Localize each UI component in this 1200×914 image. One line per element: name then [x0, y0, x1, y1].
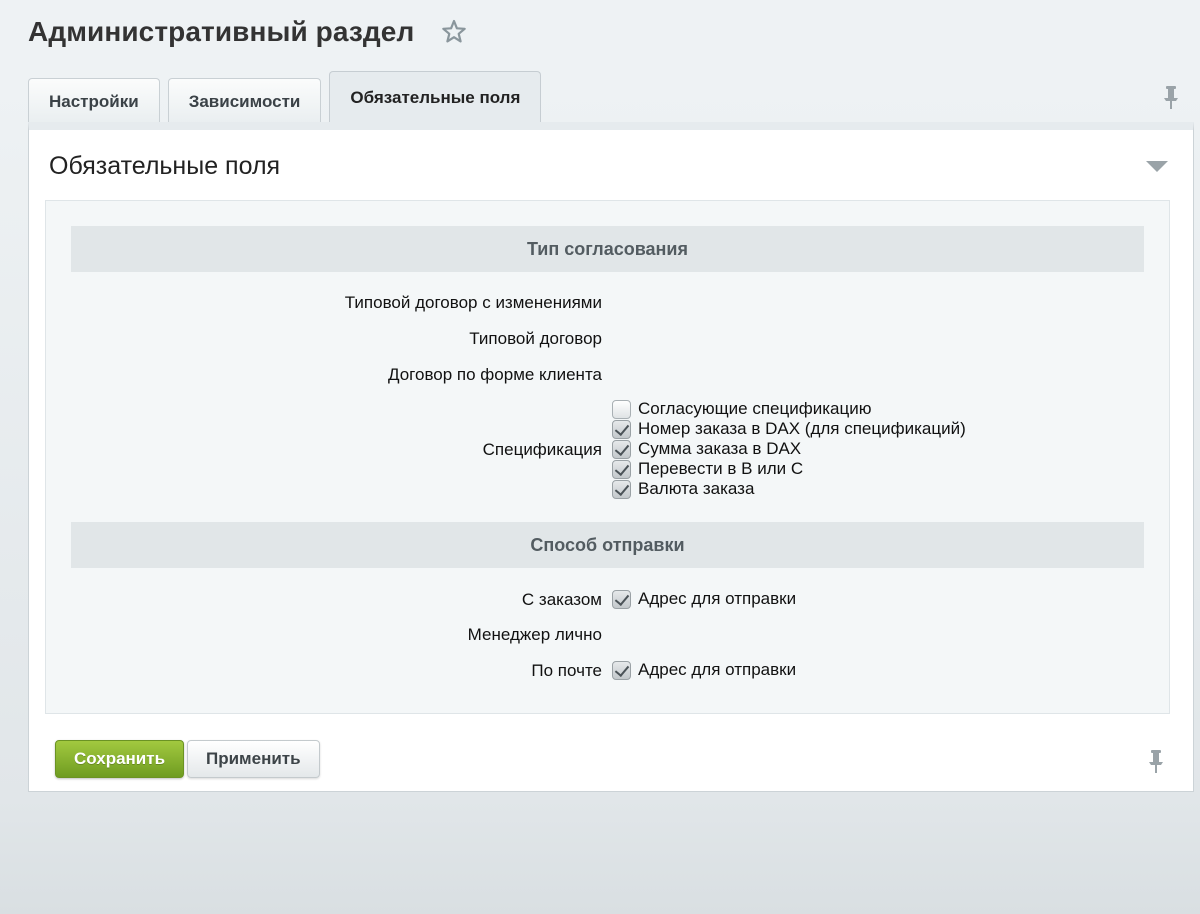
tab-required-fields[interactable]: Обязательные поля: [329, 71, 542, 124]
row-label: С заказом: [521, 590, 602, 609]
checkbox[interactable]: [612, 399, 631, 419]
checkbox-label: Адрес для отправки: [638, 589, 797, 608]
page-title: Административный раздел: [28, 16, 415, 47]
pin-icon[interactable]: [1160, 84, 1182, 110]
row-label: Типовой договор с изменениями: [344, 293, 602, 312]
checkbox-option[interactable]: Адрес для отправки: [612, 589, 796, 609]
section-header-delivery-method: Способ отправки: [71, 522, 1144, 568]
row-label: По почте: [531, 661, 602, 680]
checkbox[interactable]: [612, 660, 631, 680]
checkbox[interactable]: [612, 479, 631, 499]
checkbox-option[interactable]: Сумма заказа в DAX: [612, 439, 801, 459]
checkbox-option[interactable]: Номер заказа в DAX (для спецификаций): [612, 419, 966, 439]
apply-button[interactable]: Применить: [187, 740, 320, 778]
checkbox-label: Перевести в B или C: [638, 459, 804, 478]
panel-title: Обязательные поля: [49, 152, 281, 180]
checkbox-label: Адрес для отправки: [638, 660, 797, 679]
checkbox[interactable]: [612, 439, 631, 459]
save-button[interactable]: Сохранить: [55, 740, 185, 778]
checkbox-option[interactable]: Адрес для отправки: [612, 660, 796, 680]
checkbox[interactable]: [612, 459, 631, 479]
form-area: Тип согласования Типовой договор с измен…: [45, 200, 1170, 714]
row-label: Договор по форме клиента: [388, 365, 602, 384]
row-label: Типовой договор: [469, 329, 602, 348]
checkbox-option[interactable]: Согласующие спецификацию: [612, 399, 871, 419]
tab-dependencies[interactable]: Зависимости: [167, 78, 322, 124]
checkbox-label: Согласующие спецификацию: [638, 399, 872, 418]
checkbox-label: Валюта заказа: [638, 479, 755, 498]
tab-bar: Настройки Зависимости Обязательные поля: [28, 70, 549, 124]
tab-settings[interactable]: Настройки: [28, 78, 160, 124]
pin-icon[interactable]: [1147, 748, 1165, 774]
checkbox[interactable]: [612, 589, 631, 609]
required-fields-panel: Обязательные поля Тип согласования Типов…: [28, 122, 1194, 792]
section-header-approval-type: Тип согласования: [71, 226, 1144, 272]
collapse-arrow-icon[interactable]: [1145, 160, 1169, 174]
row-label: Спецификация: [482, 440, 602, 459]
admin-page: Административный раздел Настройки Зависи…: [0, 0, 1200, 914]
checkbox-option[interactable]: Валюта заказа: [612, 479, 754, 499]
checkbox-label: Сумма заказа в DAX: [638, 439, 802, 458]
checkbox-label: Номер заказа в DAX (для спецификаций): [638, 419, 966, 438]
row-label: Менеджер лично: [467, 625, 602, 644]
checkbox-option[interactable]: Перевести в B или C: [612, 459, 803, 479]
checkbox[interactable]: [612, 419, 631, 439]
star-icon[interactable]: [440, 18, 468, 46]
